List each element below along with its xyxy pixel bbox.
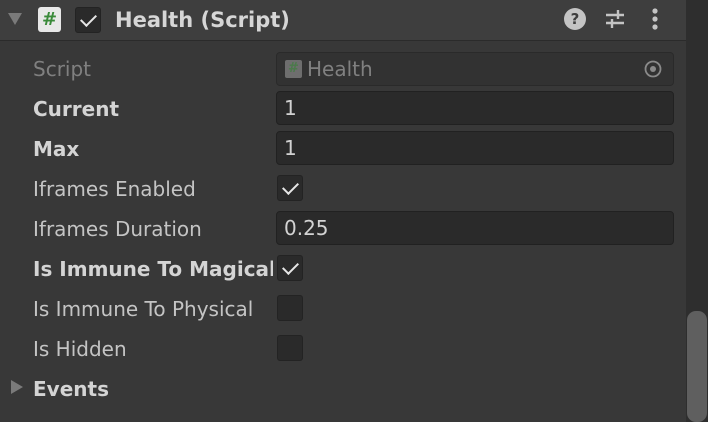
immune-magical-label: Is Immune To Magical — [33, 257, 273, 281]
scrollbar-thumb[interactable] — [687, 311, 707, 422]
max-input[interactable]: 1 — [276, 131, 674, 165]
max-label: Max — [33, 137, 80, 161]
script-value: Health — [307, 57, 373, 81]
iframes-duration-input[interactable]: 0.25 — [276, 211, 674, 245]
component-header[interactable]: # Health (Script) ? — [0, 0, 686, 41]
component-enabled-checkbox[interactable] — [75, 7, 101, 33]
is-hidden-checkbox[interactable] — [277, 335, 303, 361]
events-foldout-label[interactable]: Events — [33, 376, 273, 402]
presets-icon[interactable] — [603, 7, 627, 31]
iframes-duration-label: Iframes Duration — [33, 217, 202, 241]
immune-physical-checkbox[interactable] — [277, 295, 303, 321]
more-icon[interactable] — [648, 6, 662, 32]
current-label: Current — [33, 97, 120, 121]
help-icon[interactable]: ? — [564, 8, 586, 30]
object-picker-icon[interactable] — [643, 59, 663, 79]
current-input[interactable]: 1 — [276, 91, 674, 125]
events-foldout-arrow-icon[interactable] — [11, 380, 23, 394]
script-icon: # — [38, 7, 61, 32]
immune-magical-checkbox[interactable] — [277, 255, 303, 281]
iframes-enabled-label: Iframes Enabled — [33, 177, 196, 201]
foldout-arrow-icon[interactable] — [8, 13, 22, 25]
script-label: Script — [33, 57, 92, 81]
script-field[interactable]: # Health — [276, 52, 674, 86]
component-title: Health (Script) — [115, 8, 290, 32]
iframes-enabled-checkbox[interactable] — [277, 175, 303, 201]
script-icon: # — [285, 60, 302, 78]
is-hidden-label: Is Hidden — [33, 337, 127, 361]
immune-physical-label: Is Immune To Physical — [33, 297, 254, 321]
